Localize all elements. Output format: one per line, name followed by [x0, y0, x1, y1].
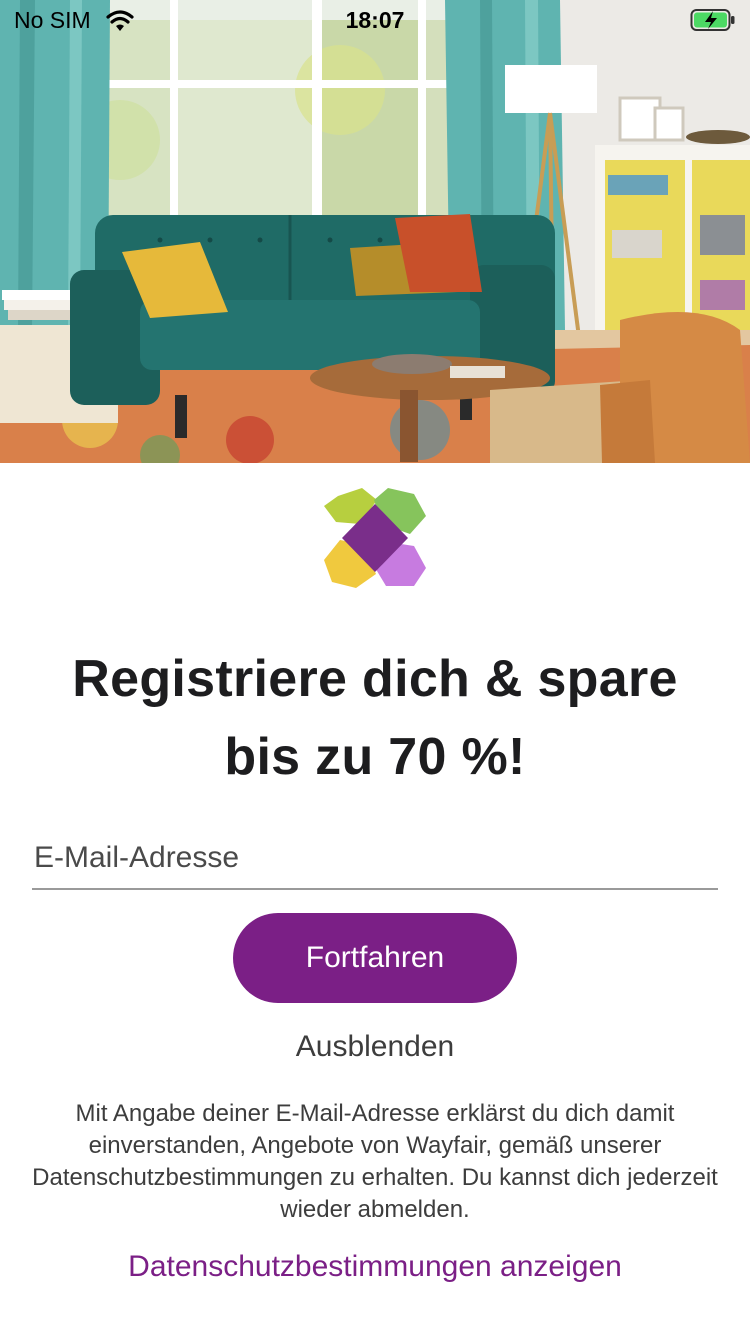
headline-line-2: bis zu 70 %! — [224, 728, 526, 786]
wayfair-logo — [324, 488, 426, 588]
privacy-policy-link[interactable]: Datenschutzbestimmungen anzeigen — [0, 1250, 750, 1284]
hide-button[interactable]: Ausblenden — [0, 1030, 750, 1064]
consent-text: Mit Angabe deiner E-Mail-Adresse erklärs… — [32, 1100, 718, 1223]
hero-image — [0, 0, 750, 463]
email-field[interactable] — [32, 832, 720, 884]
clock: 18:07 — [345, 7, 405, 33]
continue-button[interactable]: Fortfahren — [233, 913, 517, 1003]
battery-charging-icon — [690, 9, 735, 31]
email-field-container — [32, 832, 720, 890]
status-bar: No SIM 18:07 — [0, 0, 750, 40]
headline-line-1: Registriere dich & spare — [72, 650, 678, 708]
headline: Registriere dich & spare bis zu 70 %! — [40, 640, 710, 796]
